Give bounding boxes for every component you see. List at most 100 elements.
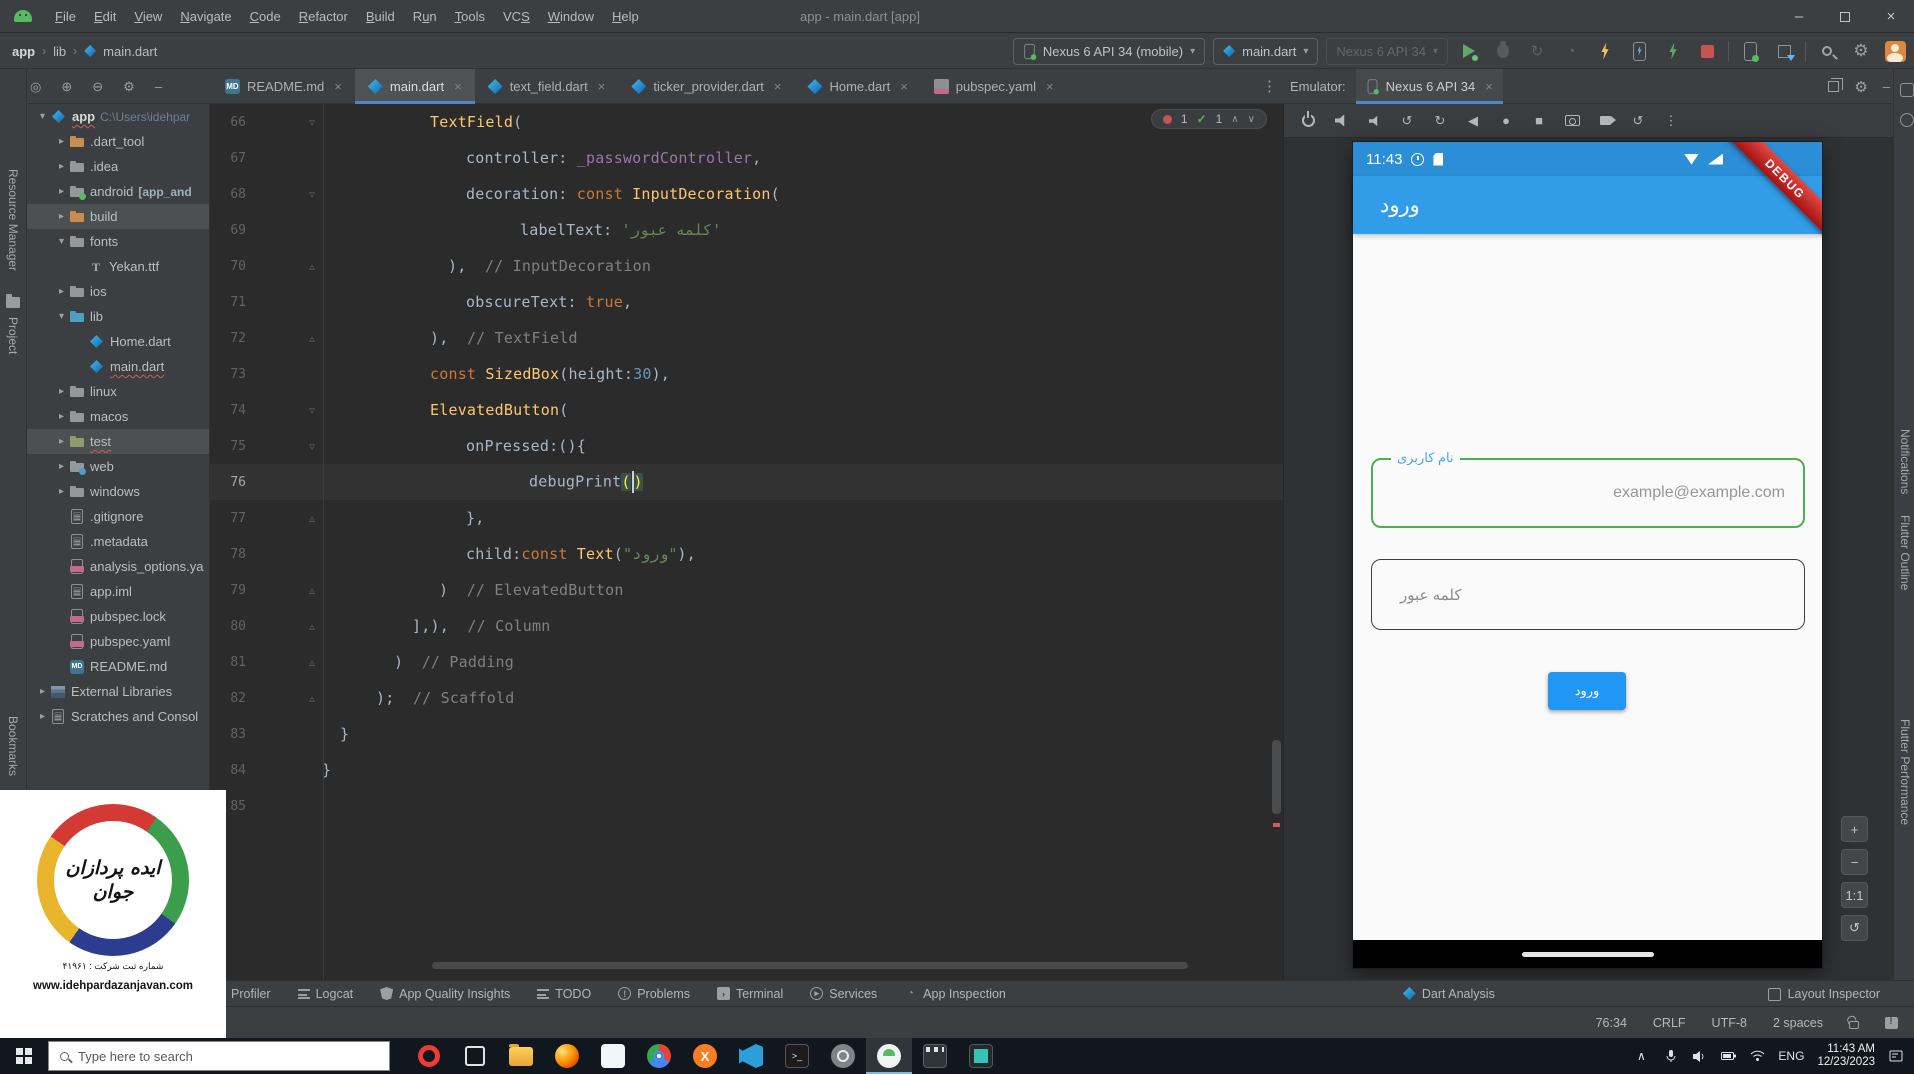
code-line-72[interactable]: 72 ▵), // TextField — [210, 320, 1283, 356]
tree-item-ios[interactable]: ▸ ios — [27, 279, 209, 304]
search-everywhere-button[interactable] — [1814, 38, 1840, 64]
fold-marker[interactable]: ▵ — [302, 692, 322, 705]
tree-item-android[interactable]: ▸ android [app_and — [27, 179, 209, 204]
close-icon[interactable]: × — [454, 79, 462, 94]
lock-icon[interactable] — [1849, 1020, 1859, 1029]
breadcrumb-file[interactable]: main.dart — [103, 44, 157, 59]
fold-marker[interactable]: ▵ — [302, 584, 322, 597]
close-icon[interactable]: × — [1485, 79, 1493, 94]
code-editor[interactable]: 66 ▿ TextField(67 controller: _passwordCont… — [210, 104, 1283, 980]
fold-marker[interactable]: ▵ — [302, 332, 322, 345]
tool-window-button-app-inspection[interactable]: ◔ App Inspection — [904, 987, 1006, 1001]
login-button[interactable]: ورود — [1548, 672, 1626, 710]
run-config-dropdown[interactable]: main.dart ▾ — [1213, 37, 1319, 65]
taskbar-app-xampp[interactable]: X — [682, 1038, 728, 1074]
chevron-closed-icon[interactable]: ▸ — [54, 161, 69, 172]
device-selector-dropdown[interactable]: Nexus 6 API 34 (mobile) ▾ — [1012, 37, 1206, 65]
code-line-74[interactable]: 74 ▿ ElevatedButton( — [210, 392, 1283, 428]
close-icon[interactable]: × — [774, 79, 782, 94]
stop-button[interactable] — [1694, 38, 1720, 64]
hide-panel-icon[interactable]: – — [1883, 79, 1890, 94]
tree-item-.dart_tool[interactable]: ▸ .dart_tool — [27, 129, 209, 154]
code-line-77[interactable]: 77 ▵}, — [210, 500, 1283, 536]
action-center-icon[interactable] — [1888, 1048, 1904, 1064]
microphone-icon[interactable] — [1662, 1048, 1678, 1064]
rotate-button[interactable]: ↺ — [1841, 915, 1868, 941]
menu-help[interactable]: Help — [603, 0, 648, 33]
tree-item-app[interactable]: ▾ app C:\Users\idehpar — [27, 104, 209, 129]
taskbar-app-android-studio[interactable] — [866, 1038, 912, 1074]
tree-item-pubspec.lock[interactable]: pubspec.lock — [27, 604, 209, 629]
tab-README.md[interactable]: MD README.md × — [212, 69, 355, 104]
close-icon[interactable]: × — [598, 79, 606, 94]
menu-view[interactable]: View — [125, 0, 171, 33]
tree-item-analysis_options.ya[interactable]: analysis_options.ya — [27, 554, 209, 579]
rotate-left-button[interactable]: ↺ — [1398, 112, 1416, 130]
menu-navigate[interactable]: Navigate — [171, 0, 240, 33]
speaker-icon[interactable] — [1691, 1048, 1707, 1064]
close-icon[interactable]: × — [1046, 79, 1054, 94]
chevron-closed-icon[interactable]: ▸ — [35, 686, 50, 697]
more-options-button[interactable]: ⋮ — [1662, 112, 1680, 130]
taskbar-app-file-explorer[interactable] — [498, 1038, 544, 1074]
fold-marker[interactable]: ▵ — [302, 620, 322, 633]
tree-item-windows[interactable]: ▸ windows — [27, 479, 209, 504]
tree-item-app.iml[interactable]: app.iml — [27, 579, 209, 604]
volume-down-button[interactable] — [1365, 112, 1383, 130]
nav-handle[interactable] — [1521, 951, 1654, 957]
chevron-closed-icon[interactable]: ▸ — [54, 136, 69, 147]
code-line-85[interactable]: 85 — [210, 788, 1283, 824]
tree-item-macos[interactable]: ▸ macos — [27, 404, 209, 429]
chevron-open-icon[interactable]: ▾ — [35, 111, 50, 122]
tab-Home.dart[interactable]: Home.dart × — [794, 69, 920, 104]
taskbar-app-vscode[interactable] — [728, 1038, 774, 1074]
code-line-82[interactable]: 82 ▵); // Scaffold — [210, 680, 1283, 716]
close-button[interactable]: × — [1868, 0, 1914, 33]
code-line-71[interactable]: 71 obscureText: true, — [210, 284, 1283, 320]
battery-icon[interactable] — [1720, 1048, 1736, 1064]
tab-pubspec.yaml[interactable]: pubspec.yaml × — [921, 69, 1067, 104]
fold-marker[interactable]: ▿ — [302, 188, 322, 201]
fold-marker[interactable]: ▵ — [302, 260, 322, 273]
restore-panel-icon[interactable] — [1828, 78, 1844, 92]
tool-window-button-problems[interactable]: ! Problems — [618, 987, 690, 1001]
code-line-70[interactable]: 70 ▵), // InputDecoration — [210, 248, 1283, 284]
flutter-hot-reload-button[interactable] — [1592, 38, 1618, 64]
tool-window-button-terminal[interactable]: › Terminal — [716, 987, 783, 1001]
close-icon[interactable]: × — [900, 79, 908, 94]
tool-window-button-bookmarks[interactable]: Bookmarks — [6, 716, 20, 776]
language-indicator[interactable]: ENG — [1778, 1049, 1804, 1063]
tree-item-Scratches and Consol[interactable]: ▸ Scratches and Consol — [27, 704, 209, 729]
code-line-67[interactable]: 67 controller: _passwordController, — [210, 140, 1283, 176]
profiler-button[interactable] — [1771, 38, 1797, 64]
tree-item-fonts[interactable]: ▾ fonts — [27, 229, 209, 254]
tree-item-.gitignore[interactable]: .gitignore — [27, 504, 209, 529]
tree-item-main.dart[interactable]: main.dart — [27, 354, 209, 379]
fold-marker[interactable]: ▵ — [302, 656, 322, 669]
file-encoding[interactable]: UTF-8 — [1712, 1016, 1747, 1030]
tool-stripe-icon[interactable] — [1900, 113, 1914, 127]
tool-window-button-project[interactable]: Project — [6, 317, 20, 354]
taskbar-app-edge[interactable] — [590, 1038, 636, 1074]
tree-item-pubspec.yaml[interactable]: pubspec.yaml — [27, 629, 209, 654]
code-line-79[interactable]: 79 ▵) // ElevatedButton — [210, 572, 1283, 608]
tool-window-button-notifications[interactable]: Notifications — [1898, 429, 1912, 494]
device-tool-icon[interactable] — [1900, 83, 1914, 97]
code-line-81[interactable]: 81 ▵) // Padding — [210, 644, 1283, 680]
chevron-open-icon[interactable]: ▾ — [54, 236, 69, 247]
code-line-73[interactable]: 73 const SizedBox(height:30), — [210, 356, 1283, 392]
minimize-button[interactable]: – — [1776, 0, 1822, 33]
home-button[interactable]: ● — [1497, 112, 1515, 130]
run-button[interactable] — [1456, 38, 1482, 64]
avatar[interactable] — [1882, 38, 1908, 64]
flutter-hot-restart-button[interactable] — [1660, 38, 1686, 64]
tool-window-button-dart-analysis[interactable]: Dart Analysis — [1402, 987, 1495, 1001]
code-line-83[interactable]: 83} — [210, 716, 1283, 752]
tree-item-Home.dart[interactable]: Home.dart — [27, 329, 209, 354]
taskbar-app-dev-app[interactable] — [820, 1038, 866, 1074]
taskbar-app-chrome[interactable] — [636, 1038, 682, 1074]
chevron-open-icon[interactable]: ▾ — [54, 311, 69, 322]
horizontal-scrollbar[interactable] — [432, 962, 1188, 969]
prev-issue-icon[interactable]: ∧ — [1231, 114, 1238, 125]
tool-window-button-resource-manager[interactable]: Resource Manager — [6, 169, 20, 271]
